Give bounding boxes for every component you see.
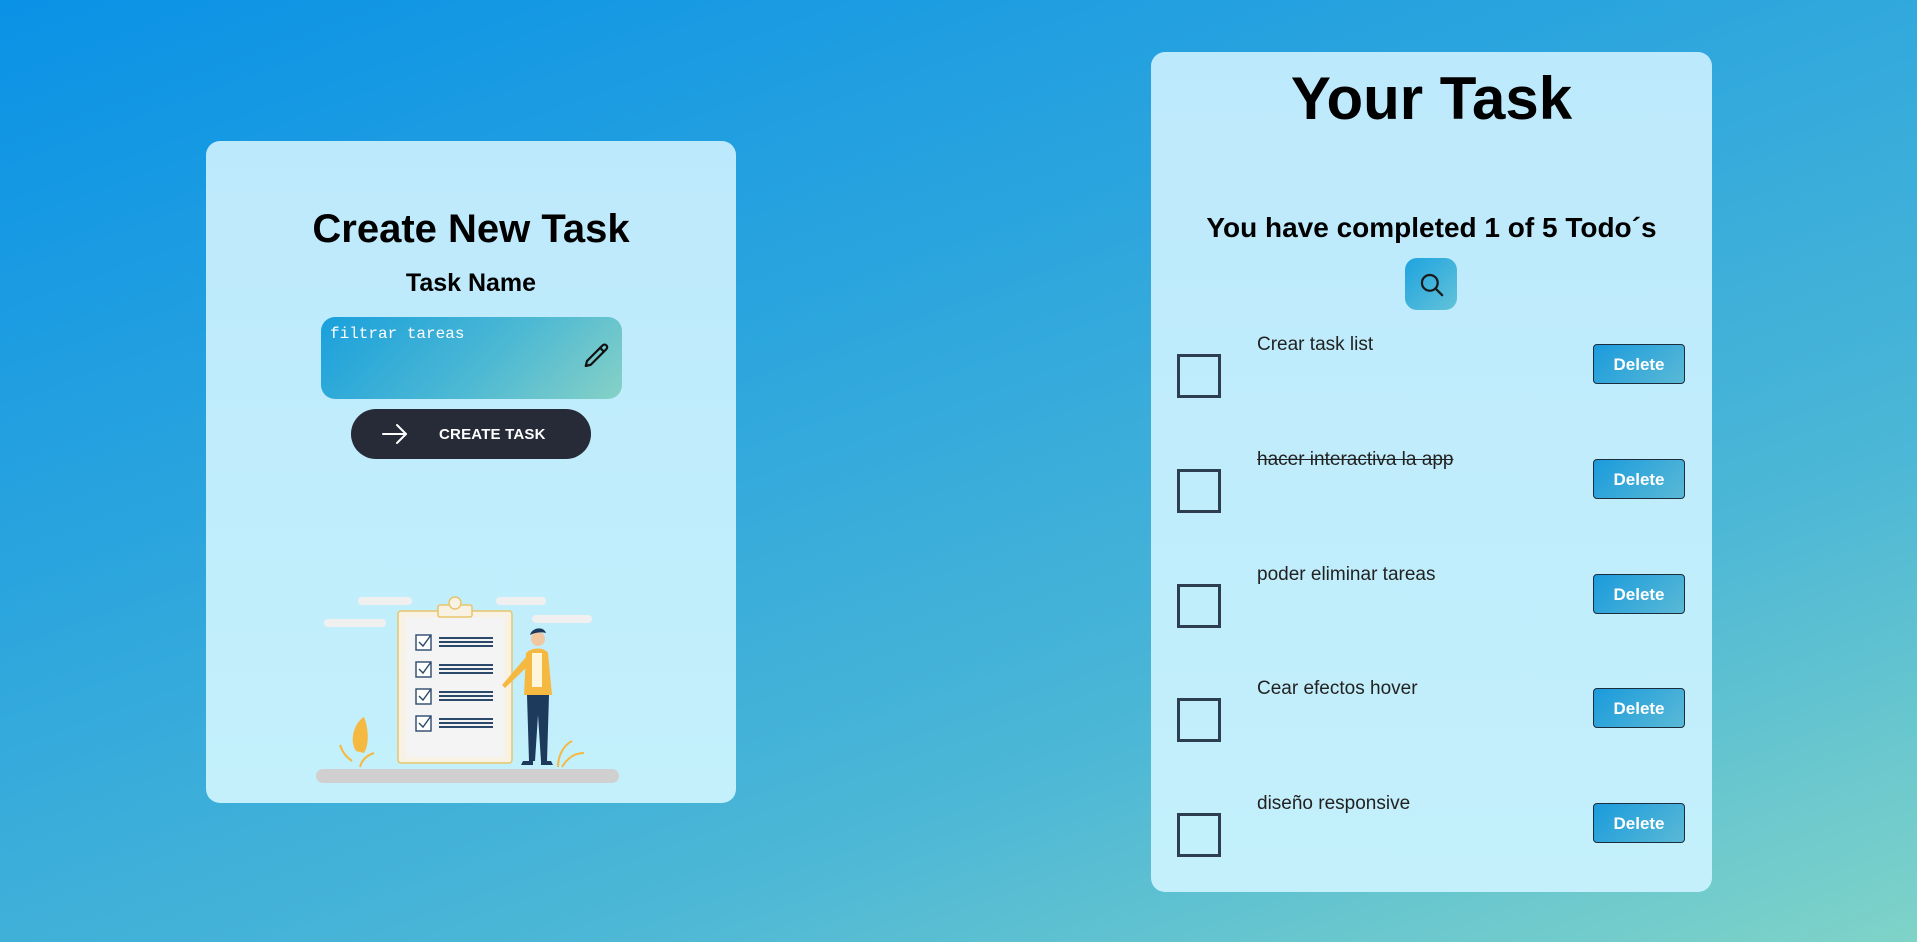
create-task-button-label: CREATE TASK xyxy=(439,426,546,443)
completed-count-text: You have completed 1 of 5 Todo´s xyxy=(1206,212,1657,243)
todo-text: Crear task list xyxy=(1257,334,1374,355)
search-button[interactable] xyxy=(1405,258,1457,310)
delete-button[interactable]: Delete xyxy=(1593,459,1685,499)
task-name-label: Task Name xyxy=(405,269,537,297)
task-list-title: Your Task xyxy=(1290,65,1573,132)
todo-text: poder eliminar tareas xyxy=(1257,564,1436,585)
task-name-input[interactable]: filtrar tareas xyxy=(321,317,622,399)
todo-text: Cear efectos hover xyxy=(1257,678,1418,699)
task-name-field-container: filtrar tareas xyxy=(321,317,622,399)
todo-text: hacer interactiva la app xyxy=(1257,449,1454,470)
todo-item: Cear efectos hover Delete xyxy=(1151,678,1712,778)
checklist-illustration xyxy=(316,596,619,783)
todo-checkbox[interactable] xyxy=(1177,354,1221,398)
create-task-card: Create New Task Task Name filtrar tareas… xyxy=(206,141,736,803)
task-list-card: Your Task You have completed 1 of 5 Todo… xyxy=(1151,52,1712,892)
create-task-title: Create New Task xyxy=(312,207,630,251)
delete-button[interactable]: Delete xyxy=(1593,688,1685,728)
create-task-button[interactable]: CREATE TASK xyxy=(351,409,591,459)
todo-checkbox[interactable] xyxy=(1177,698,1221,742)
pencil-icon xyxy=(584,343,609,368)
todo-checkbox[interactable] xyxy=(1177,469,1221,513)
delete-button[interactable]: Delete xyxy=(1593,574,1685,614)
todo-item: hacer interactiva la app Delete xyxy=(1151,449,1712,549)
todo-item: poder eliminar tareas Delete xyxy=(1151,564,1712,664)
todo-text: diseño responsive xyxy=(1257,793,1411,814)
todo-checkbox[interactable] xyxy=(1177,584,1221,628)
todo-item: diseño responsive Delete xyxy=(1151,793,1712,893)
delete-button[interactable]: Delete xyxy=(1593,803,1685,843)
arrow-right-icon xyxy=(382,424,407,444)
search-icon xyxy=(1420,273,1444,297)
todo-item: Crear task list Delete xyxy=(1151,334,1712,434)
todo-checkbox[interactable] xyxy=(1177,813,1221,857)
delete-button[interactable]: Delete xyxy=(1593,344,1685,384)
